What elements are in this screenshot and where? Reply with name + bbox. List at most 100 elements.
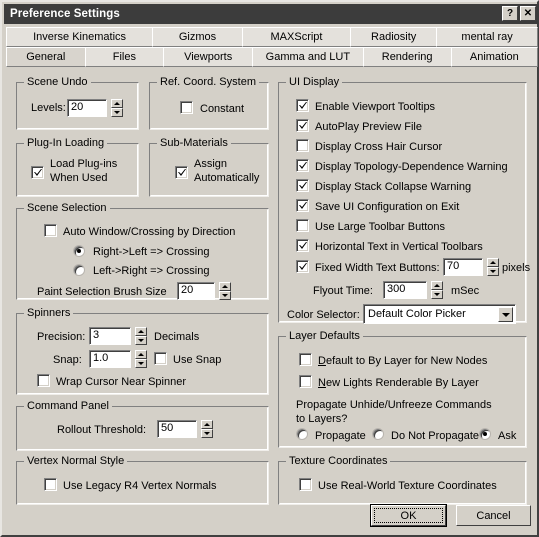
group-layer-defaults: Layer Defaults Default to By Layer for N… (278, 330, 527, 448)
tab-gizmos[interactable]: Gizmos (152, 27, 243, 47)
display-cross-hair-cursor-label: Display Cross Hair Cursor (315, 141, 443, 153)
chevron-down-icon[interactable] (498, 307, 513, 322)
tab-maxscript[interactable]: MAXScript (241, 27, 352, 47)
horizontal-text-in-vertical-toolbars-checkbox[interactable] (296, 239, 309, 252)
auto-window-crossing-checkbox[interactable] (44, 224, 57, 237)
preference-settings-dialog: Preference Settings ? ✕ Inverse Kinemati… (0, 0, 539, 537)
group-title-scene-selection: Scene Selection (24, 202, 110, 214)
radio-ask-label: Ask (498, 430, 517, 442)
group-title-sub-materials: Sub-Materials (157, 137, 231, 149)
color-selector-value: Default Color Picker (368, 308, 466, 320)
precision-input[interactable]: 3 (89, 327, 131, 345)
group-title-spinners: Spinners (24, 307, 74, 319)
assign-automatically-checkbox[interactable] (175, 166, 188, 179)
display-stack-collapse-warning-checkbox[interactable] (296, 179, 309, 192)
assign-label-line1: Assign (194, 158, 228, 170)
flyout-time-input[interactable]: 300 (383, 281, 427, 299)
tab-general[interactable]: General (6, 47, 86, 67)
display-cross-hair-cursor-checkbox[interactable] (296, 139, 309, 152)
tab-files[interactable]: Files (84, 47, 165, 67)
snap-label: Snap: (53, 354, 82, 366)
radio-do-not-propagate[interactable] (372, 428, 384, 440)
load-plugins-when-used-checkbox[interactable] (31, 166, 44, 179)
close-icon[interactable]: ✕ (520, 6, 536, 21)
constant-label: Constant (200, 103, 245, 115)
group-vertex-normal-style: Vertex Normal Style Use Legacy R4 Vertex… (16, 455, 269, 505)
group-title-plugin-loading: Plug-In Loading (24, 137, 108, 149)
default-by-layer-label: Default to By Layer for New Nodes (318, 355, 488, 367)
tab-animation[interactable]: Animation (450, 47, 539, 67)
ok-button[interactable]: OK (370, 504, 447, 527)
fixed-width-spinner[interactable] (487, 258, 499, 276)
save-ui-configuration-on-exit-checkbox[interactable] (296, 199, 309, 212)
assign-label-line2: Automatically (194, 172, 260, 184)
wrap-cursor-checkbox[interactable] (37, 374, 50, 387)
tab-gamma-and-lut[interactable]: Gamma and LUT (252, 47, 364, 67)
fixed-width-input[interactable]: 70 (443, 258, 483, 276)
default-by-layer-checkbox[interactable] (299, 353, 312, 366)
radio-ask[interactable] (479, 428, 491, 440)
title-bar[interactable]: Preference Settings ? ✕ (4, 4, 539, 24)
tab-radiosity[interactable]: Radiosity (350, 27, 438, 47)
group-ui-display: UI Display Enable Viewport Tooltips AutoP… (278, 76, 531, 324)
snap-spinner[interactable] (135, 350, 147, 368)
legacy-r4-vertex-normals-checkbox[interactable] (44, 478, 57, 491)
window-title: Preference Settings (10, 8, 120, 20)
tab-mental-ray[interactable]: mental ray (436, 27, 539, 47)
color-selector-dropdown[interactable]: Default Color Picker (363, 304, 516, 324)
constant-checkbox[interactable] (180, 101, 193, 114)
display-topology-dependence-warning-label: Display Topology-Dependence Warning (315, 161, 508, 173)
tab-label: Radiosity (371, 31, 417, 43)
group-scene-selection: Scene Selection Auto Window/Crossing by … (16, 202, 269, 300)
use-snap-checkbox[interactable] (154, 352, 167, 365)
use-large-toolbar-buttons-checkbox[interactable] (296, 219, 309, 232)
tab-inverse-kinematics[interactable]: Inverse Kinematics (6, 27, 154, 47)
rollout-threshold-input[interactable]: 50 (157, 420, 197, 438)
horizontal-text-in-vertical-toolbars-label: Horizontal Text in Vertical Toolbars (315, 241, 483, 253)
help-button[interactable]: ? (502, 6, 518, 21)
paint-brush-size-input[interactable]: 20 (177, 282, 215, 300)
radio-propagate[interactable] (296, 428, 308, 440)
autoplay-preview-file-checkbox[interactable] (296, 119, 309, 132)
tab-label: MAXScript (270, 31, 323, 43)
legacy-r4-vertex-normals-label: Use Legacy R4 Vertex Normals (63, 480, 217, 492)
propagate-question-line1: Propagate Unhide/Unfreeze Commands (296, 399, 492, 411)
propagate-question-line2: to Layers? (296, 413, 348, 425)
flyout-time-spinner[interactable] (431, 281, 443, 299)
load-plugins-label-line2: When Used (50, 172, 108, 184)
use-large-toolbar-buttons-label: Use Large Toolbar Buttons (315, 221, 446, 233)
paint-brush-size-spinner[interactable] (219, 282, 231, 300)
tab-label: Gizmos (178, 31, 217, 43)
tab-viewports[interactable]: Viewports (163, 47, 254, 67)
group-command-panel: Command Panel Rollout Threshold: 50 (16, 400, 269, 451)
fixed-width-text-buttons-checkbox[interactable] (296, 260, 309, 273)
tab-row-bottom: General Files Viewports Gamma and LUT Render… (6, 47, 539, 67)
rollout-threshold-spinner[interactable] (201, 420, 213, 438)
radio-left-right-crossing[interactable] (73, 264, 85, 276)
real-world-texture-coords-checkbox[interactable] (299, 478, 312, 491)
levels-label: Levels: (31, 102, 66, 114)
enable-viewport-tooltips-checkbox[interactable] (296, 99, 309, 112)
group-title-layer-defaults: Layer Defaults (286, 330, 363, 342)
new-lights-renderable-checkbox[interactable] (299, 375, 312, 388)
radio-right-left-crossing[interactable] (73, 245, 85, 257)
scene-undo-levels-input[interactable]: 20 (67, 99, 107, 117)
wrap-cursor-label: Wrap Cursor Near Spinner (56, 376, 187, 388)
display-stack-collapse-warning-label: Display Stack Collapse Warning (315, 181, 472, 193)
display-topology-dependence-warning-checkbox[interactable] (296, 159, 309, 172)
color-selector-label: Color Selector: (287, 309, 360, 321)
precision-spinner[interactable] (135, 327, 147, 345)
scene-undo-levels-spinner[interactable] (111, 99, 123, 117)
tab-rendering[interactable]: Rendering (362, 47, 452, 67)
cancel-button[interactable]: Cancel (456, 505, 531, 526)
group-spinners: Spinners Precision: 3 Decimals Snap: 1.0… (16, 307, 269, 395)
group-title-scene-undo: Scene Undo (24, 76, 91, 88)
flyout-time-label: Flyout Time: (313, 285, 373, 297)
radio-right-left-label: Right->Left => Crossing (93, 246, 210, 258)
radio-do-not-propagate-label: Do Not Propagate (391, 430, 480, 442)
group-title-vertex-normal-style: Vertex Normal Style (24, 455, 128, 467)
snap-input[interactable]: 1.0 (89, 350, 131, 368)
group-title-texture-coordinates: Texture Coordinates (286, 455, 391, 467)
new-lights-renderable-label: New Lights Renderable By Layer (318, 377, 479, 389)
pixels-label: pixels (502, 262, 531, 274)
